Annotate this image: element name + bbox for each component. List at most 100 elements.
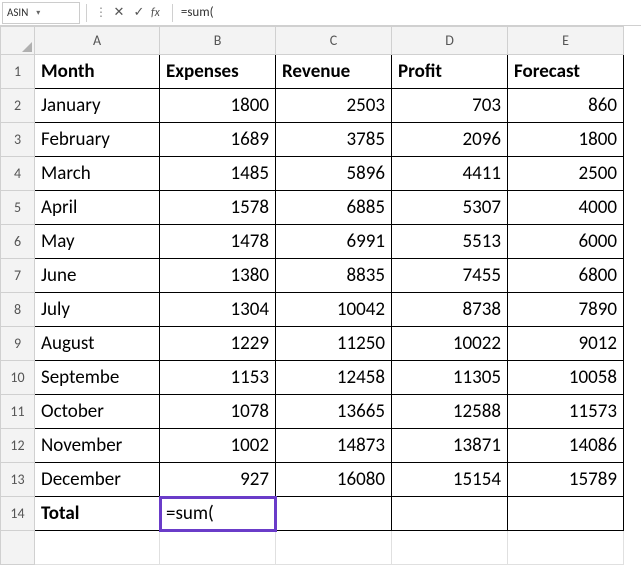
cell[interactable]: 1485 (160, 157, 276, 191)
cell[interactable]: 860 (508, 89, 624, 123)
cell[interactable]: 4000 (508, 191, 624, 225)
confirm-icon[interactable]: ✓ (129, 5, 149, 20)
formula-input[interactable]: =sum( (179, 5, 641, 20)
cell[interactable]: 4411 (392, 157, 508, 191)
cell[interactable]: 14873 (276, 429, 392, 463)
row-header[interactable]: 10 (1, 361, 35, 395)
cell[interactable]: 1578 (160, 191, 276, 225)
cell[interactable]: 10058 (508, 361, 624, 395)
cell-C1[interactable]: Revenue (276, 55, 392, 89)
select-all-corner[interactable] (1, 27, 35, 55)
cell[interactable]: 10022 (392, 327, 508, 361)
col-header-D[interactable]: D (392, 27, 508, 55)
cell[interactable]: 5513 (392, 225, 508, 259)
cell[interactable]: 12588 (392, 395, 508, 429)
cell[interactable]: 12458 (276, 361, 392, 395)
cell[interactable]: 6800 (508, 259, 624, 293)
cell[interactable] (276, 531, 392, 565)
cell-E1[interactable]: Forecast (508, 55, 624, 89)
chevron-down-icon[interactable]: ▾ (28, 8, 40, 18)
row-header[interactable]: 6 (1, 225, 35, 259)
cell[interactable]: 1153 (160, 361, 276, 395)
cell[interactable]: February (35, 123, 160, 157)
cell[interactable]: 16080 (276, 463, 392, 497)
cell-A1[interactable]: Month (35, 55, 160, 89)
cell[interactable]: January (35, 89, 160, 123)
row-header[interactable]: 8 (1, 293, 35, 327)
cell[interactable]: 1478 (160, 225, 276, 259)
cell[interactable]: 1002 (160, 429, 276, 463)
cell[interactable] (35, 531, 160, 565)
cancel-icon[interactable]: ✕ (109, 5, 129, 20)
cell[interactable]: 7455 (392, 259, 508, 293)
cell[interactable]: April (35, 191, 160, 225)
cell[interactable]: 14086 (508, 429, 624, 463)
cell[interactable]: Septembe (35, 361, 160, 395)
row-header[interactable] (1, 531, 35, 565)
cell[interactable]: 1380 (160, 259, 276, 293)
cell[interactable]: 5896 (276, 157, 392, 191)
cell[interactable]: 13665 (276, 395, 392, 429)
cell[interactable]: 10042 (276, 293, 392, 327)
row-header[interactable]: 12 (1, 429, 35, 463)
cell[interactable]: 8835 (276, 259, 392, 293)
cell[interactable] (508, 531, 624, 565)
cell[interactable]: March (35, 157, 160, 191)
cell[interactable]: 9012 (508, 327, 624, 361)
row-header[interactable]: 11 (1, 395, 35, 429)
cell[interactable]: 2500 (508, 157, 624, 191)
row-header[interactable]: 13 (1, 463, 35, 497)
cell[interactable]: 7890 (508, 293, 624, 327)
cell[interactable]: 1800 (508, 123, 624, 157)
row-header[interactable]: 3 (1, 123, 35, 157)
cell[interactable]: 11573 (508, 395, 624, 429)
cell[interactable]: 15789 (508, 463, 624, 497)
col-header-C[interactable]: C (276, 27, 392, 55)
cell[interactable] (392, 497, 508, 531)
cell[interactable]: 11250 (276, 327, 392, 361)
cell[interactable]: November (35, 429, 160, 463)
row-header[interactable]: 2 (1, 89, 35, 123)
cell[interactable] (508, 497, 624, 531)
row-header[interactable]: 9 (1, 327, 35, 361)
cell[interactable]: 8738 (392, 293, 508, 327)
cell[interactable]: 2096 (392, 123, 508, 157)
cell[interactable] (392, 531, 508, 565)
cell[interactable]: 6991 (276, 225, 392, 259)
cell[interactable] (276, 497, 392, 531)
cell[interactable]: May (35, 225, 160, 259)
row-header[interactable]: 7 (1, 259, 35, 293)
cell[interactable]: 2503 (276, 89, 392, 123)
cell-B1[interactable]: Expenses (160, 55, 276, 89)
cell[interactable] (160, 531, 276, 565)
cell[interactable]: December (35, 463, 160, 497)
cell[interactable]: 13871 (392, 429, 508, 463)
cell[interactable]: 1078 (160, 395, 276, 429)
cell[interactable]: 11305 (392, 361, 508, 395)
cell[interactable]: 6885 (276, 191, 392, 225)
fx-label[interactable]: fx (151, 6, 160, 20)
cell[interactable]: 6000 (508, 225, 624, 259)
cell-B14-active[interactable]: =sum( (160, 497, 276, 531)
col-header-A[interactable]: A (35, 27, 160, 55)
row-header[interactable]: 14 (1, 497, 35, 531)
cell[interactable]: 927 (160, 463, 276, 497)
dots-icon[interactable]: ⋮ (93, 5, 109, 20)
cell[interactable]: June (35, 259, 160, 293)
cell[interactable]: 1229 (160, 327, 276, 361)
col-header-B[interactable]: B (160, 27, 276, 55)
cell[interactable]: July (35, 293, 160, 327)
cell[interactable]: 1689 (160, 123, 276, 157)
cell[interactable]: August (35, 327, 160, 361)
cell[interactable]: 1304 (160, 293, 276, 327)
cell[interactable]: 1800 (160, 89, 276, 123)
cell-A14[interactable]: Total (35, 497, 160, 531)
cell[interactable]: 703 (392, 89, 508, 123)
cell[interactable]: 5307 (392, 191, 508, 225)
name-box[interactable]: ASIN ▾ (2, 2, 80, 24)
col-header-E[interactable]: E (508, 27, 624, 55)
cell[interactable]: 15154 (392, 463, 508, 497)
row-header[interactable]: 5 (1, 191, 35, 225)
cell[interactable]: 3785 (276, 123, 392, 157)
row-header[interactable]: 4 (1, 157, 35, 191)
